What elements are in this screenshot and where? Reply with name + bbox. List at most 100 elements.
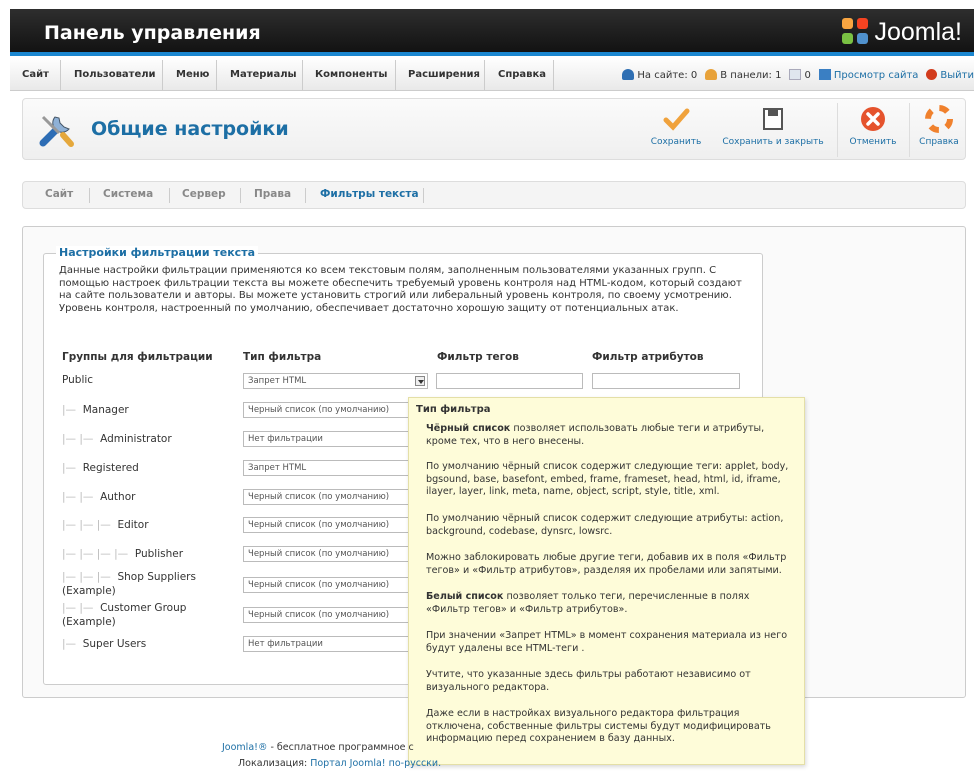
column-header-attribute-filter: Фильтр атрибутов: [592, 351, 704, 363]
filter-type-select[interactable]: Запрет HTML: [243, 373, 428, 389]
monitor-icon: [818, 69, 831, 80]
tab-server[interactable]: Сервер: [182, 188, 226, 200]
menu-divider: [216, 60, 217, 91]
filter-settings-legend: Настройки фильтрации текста: [56, 246, 258, 259]
save-close-button[interactable]: Сохранить и закрыть: [717, 105, 829, 147]
joomla-logo-icon: [842, 18, 870, 46]
tooltip-paragraph: Учтите, что указанные здесь фильтры рабо…: [426, 669, 751, 693]
group-name: Super Users: [82, 638, 147, 650]
group-label: |— |— Customer Group: [62, 602, 187, 614]
tooltip-paragraph: Можно заблокировать любые другие теги, д…: [426, 552, 787, 576]
filter-type-select[interactable]: Запрет HTML: [243, 460, 428, 476]
filter-type-select[interactable]: Черный список (по умолчанию): [243, 402, 428, 418]
filter-type-value: Нет фильтрации: [248, 639, 323, 649]
footer-text: - бесплатное программное с: [267, 742, 414, 753]
help-lifebuoy-icon: [925, 105, 953, 133]
menu-menus[interactable]: Меню: [176, 69, 209, 80]
preview-site-link[interactable]: Просмотр сайта: [818, 69, 918, 81]
floppy-disk-icon: [759, 105, 787, 133]
tab-permissions[interactable]: Права: [254, 188, 291, 200]
filter-type-select[interactable]: Черный список (по умолчанию): [243, 577, 428, 593]
footer-text: Локализация:: [238, 758, 311, 769]
group-name: Customer Group: [100, 602, 187, 614]
menu-components[interactable]: Компоненты: [315, 69, 387, 80]
tab-text-filters[interactable]: Фильтры текста: [320, 188, 419, 200]
toolbar-divider: [837, 103, 838, 157]
group-name: Publisher: [134, 548, 184, 560]
filter-type-value: Черный список (по умолчанию): [248, 405, 390, 415]
column-header-tag-filter: Фильтр тегов: [437, 351, 519, 363]
filter-type-select[interactable]: Черный список (по умолчанию): [243, 546, 428, 562]
menu-content[interactable]: Материалы: [230, 69, 297, 80]
group-name: Registered: [82, 462, 139, 474]
status-area: На сайте: 0 В панели: 1 0 Просмотр сайта…: [622, 69, 974, 81]
menu-help[interactable]: Справка: [498, 69, 546, 80]
menu-divider: [302, 60, 303, 91]
attribute-filter-input[interactable]: [592, 373, 740, 389]
footer-line: Локализация: Портал Joomla! по-русски.: [238, 758, 441, 769]
group-label: |— Manager: [62, 404, 129, 416]
users-on-site[interactable]: На сайте: 0: [622, 69, 697, 81]
tooltip-paragraph: При значении «Запрет HTML» в момент сохр…: [426, 630, 788, 654]
group-label-extra: (Example): [62, 585, 116, 597]
menu-divider: [553, 60, 554, 91]
save-label: Сохранить: [650, 137, 702, 147]
tooltip-bold: Чёрный список: [426, 423, 511, 434]
filter-type-value: Черный список (по умолчанию): [248, 580, 390, 590]
tooltip-paragraph: По умолчанию чёрный список содержит след…: [426, 513, 784, 537]
filter-type-select[interactable]: Черный список (по умолчанию): [243, 607, 428, 623]
tooltip-bold: Белый список: [426, 591, 504, 602]
group-label: |— Super Users: [62, 638, 147, 650]
menu-divider: [162, 60, 163, 91]
filter-type-select[interactable]: Черный список (по умолчанию): [243, 517, 428, 533]
help-label: Справка: [919, 137, 959, 147]
filter-type-select[interactable]: Нет фильтрации: [243, 636, 428, 652]
tab-divider: [423, 188, 424, 203]
cancel-button[interactable]: Отменить: [843, 105, 903, 147]
tag-filter-input[interactable]: [436, 373, 583, 389]
menu-divider: [395, 60, 396, 91]
filter-type-value: Запрет HTML: [248, 463, 307, 473]
logout-icon: [926, 69, 938, 80]
group-label: |— |— Administrator: [62, 433, 172, 445]
localization-link[interactable]: Портал Joomla! по-русски.: [310, 758, 441, 769]
column-header-groups: Группы для фильтрации: [62, 351, 213, 363]
group-label-extra: (Example): [62, 616, 116, 628]
footer-line: Joomla!® - бесплатное программное с: [222, 742, 414, 753]
group-name: Administrator: [100, 433, 172, 445]
filter-type-value: Черный список (по умолчанию): [248, 520, 390, 530]
tooltip-paragraph: По умолчанию чёрный список содержит след…: [426, 461, 789, 497]
page-header-title: Панель управления: [44, 22, 261, 44]
group-label: |— |— Author: [62, 491, 136, 503]
toolbar-divider: [909, 103, 910, 157]
group-label: |— |— |— Editor: [62, 519, 149, 531]
menu-extensions[interactable]: Расширения: [408, 69, 480, 80]
filter-type-select[interactable]: Нет фильтрации: [243, 431, 428, 447]
save-button[interactable]: Сохранить: [645, 105, 707, 147]
tab-divider: [305, 188, 306, 203]
tab-site[interactable]: Сайт: [45, 188, 73, 200]
group-name: Author: [100, 491, 136, 503]
tab-system[interactable]: Система: [103, 188, 153, 200]
group-label: |— Registered: [62, 462, 139, 474]
menu-users[interactable]: Пользователи: [74, 69, 156, 80]
page-title: Общие настройки: [91, 118, 289, 140]
filter-type-value: Черный список (по умолчанию): [248, 492, 390, 502]
joomla-logo-text: Joomla!: [874, 17, 962, 46]
group-name: Editor: [117, 519, 149, 531]
tooltip-paragraph: Белый список позволяет только теги, пере…: [426, 591, 796, 616]
filter-type-select[interactable]: Черный список (по умолчанию): [243, 489, 428, 505]
filter-type-value: Нет фильтрации: [248, 434, 323, 444]
joomla-logo: Joomla!: [842, 17, 962, 47]
tooltip-paragraph: Даже если в настройках визуального редак…: [426, 708, 771, 744]
group-label: |— |— |— Shop Suppliers: [62, 571, 196, 583]
messages-count[interactable]: 0: [789, 69, 811, 81]
help-button[interactable]: Справка: [915, 105, 963, 147]
menu-site[interactable]: Сайт: [22, 69, 49, 80]
logout-link[interactable]: Выйти: [926, 69, 974, 81]
users-in-admin[interactable]: В панели: 1: [705, 69, 781, 81]
checkmark-icon: [662, 105, 690, 133]
header-bar: Панель управления Joomla!: [10, 9, 974, 56]
joomla-link[interactable]: Joomla!®: [222, 742, 267, 753]
user-icon: [622, 69, 635, 80]
